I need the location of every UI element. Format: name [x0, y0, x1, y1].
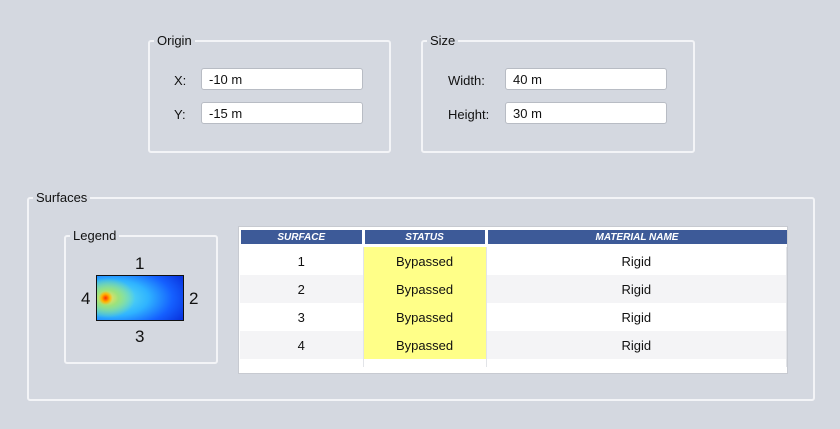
origin-y-label: Y: [174, 107, 186, 122]
origin-x-input[interactable] [201, 68, 363, 90]
surfaces-group-title: Surfaces [36, 190, 88, 205]
size-group-title: Size [430, 33, 456, 48]
status-cell[interactable]: Bypassed [363, 275, 487, 303]
surface-cell[interactable]: 4 [240, 331, 364, 359]
column-header-material-name[interactable]: MATERIAL NAME [484, 227, 787, 247]
status-cell[interactable]: Bypassed [363, 331, 487, 359]
surfaces-table: SURFACE STATUS MATERIAL NAME 1 Bypassed … [238, 226, 788, 374]
table-row[interactable]: 1 Bypassed Rigid [240, 247, 787, 275]
surface-cell[interactable]: 1 [240, 247, 364, 275]
filler-cell [363, 359, 487, 367]
material-cell[interactable]: Rigid [486, 275, 787, 303]
column-header-status[interactable]: STATUS [361, 227, 486, 247]
origin-x-label: X: [174, 73, 187, 88]
legend-domain-heatmap [96, 275, 184, 321]
material-cell[interactable]: Rigid [486, 303, 787, 331]
size-height-label: Height: [448, 107, 490, 122]
filler-cell [240, 359, 364, 367]
legend-surface-right-label: 2 [189, 289, 199, 308]
material-cell[interactable]: Rigid [486, 331, 787, 359]
column-header-surface[interactable]: SURFACE [239, 227, 363, 247]
table-row[interactable]: 3 Bypassed Rigid [240, 303, 787, 331]
legend-surface-left-label: 4 [81, 289, 91, 308]
origin-y-input[interactable] [201, 102, 363, 124]
status-cell[interactable]: Bypassed [363, 303, 487, 331]
size-width-input[interactable] [505, 68, 667, 90]
size-group: Size [421, 33, 695, 153]
legend-surface-top-label: 1 [135, 254, 145, 273]
filler-cell [486, 359, 787, 367]
legend-surface-bottom-label: 3 [135, 327, 145, 346]
material-cell[interactable]: Rigid [486, 247, 787, 275]
size-height-input[interactable] [505, 102, 667, 124]
surface-cell[interactable]: 2 [240, 275, 364, 303]
status-cell[interactable]: Bypassed [363, 247, 487, 275]
origin-group: Origin [148, 33, 391, 153]
origin-group-title: Origin [157, 33, 192, 48]
legend-group-title: Legend [73, 228, 117, 243]
table-row[interactable]: 2 Bypassed Rigid [240, 275, 787, 303]
size-width-label: Width: [448, 73, 485, 88]
table-header-row: SURFACE STATUS MATERIAL NAME [239, 227, 787, 247]
surface-cell[interactable]: 3 [240, 303, 364, 331]
table-row[interactable]: 4 Bypassed Rigid [240, 331, 787, 359]
table-filler-row [240, 359, 787, 367]
